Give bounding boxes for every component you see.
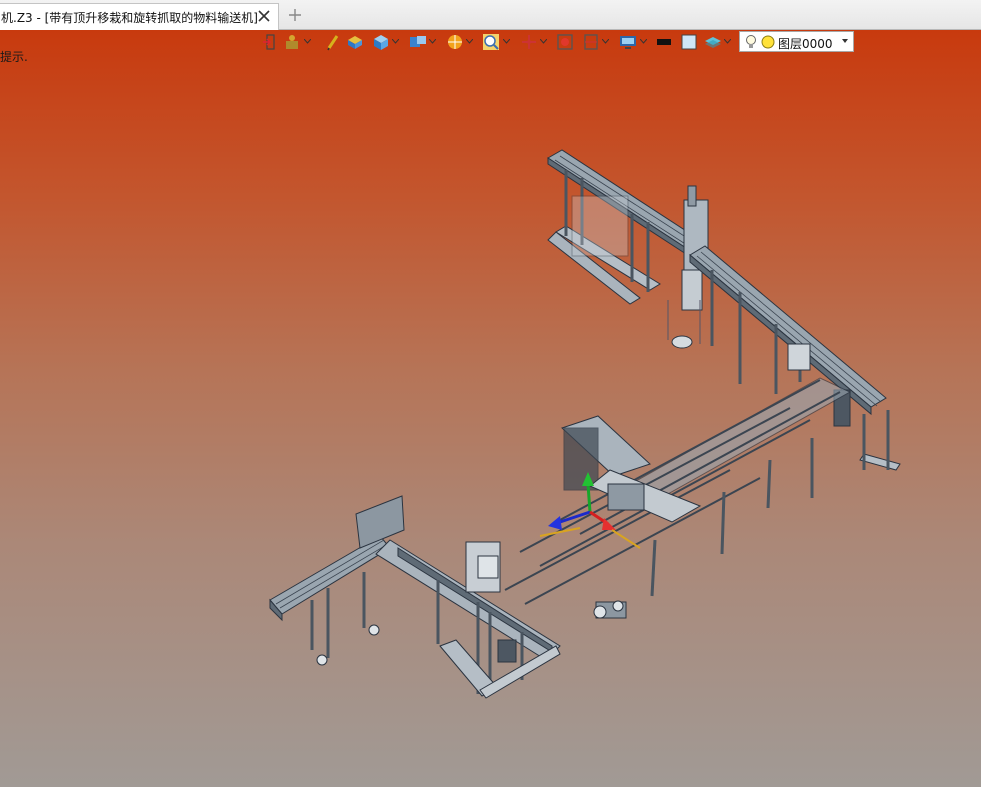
- monitor-icon[interactable]: [618, 33, 638, 51]
- document-tab-bar: 机.Z3 - [带有顶升移栽和旋转抓取的物料输送机]: [0, 0, 981, 30]
- exit-icon[interactable]: [262, 33, 276, 51]
- close-icon[interactable]: [257, 9, 271, 23]
- chevron-down-icon[interactable]: [466, 39, 473, 44]
- lightbulb-icon[interactable]: [745, 34, 757, 50]
- pan-icon[interactable]: [520, 33, 538, 51]
- layer-dropdown[interactable]: 图层0000: [739, 31, 854, 52]
- chevron-down-icon[interactable]: [724, 39, 731, 44]
- plus-icon[interactable]: [288, 8, 302, 22]
- chevron-down-icon[interactable]: [841, 38, 849, 44]
- chevron-down-icon[interactable]: [304, 39, 311, 44]
- chevron-down-icon[interactable]: [429, 39, 436, 44]
- view-cube-icon[interactable]: [408, 33, 428, 51]
- pencil-icon[interactable]: [326, 33, 340, 51]
- chevron-down-icon[interactable]: [602, 39, 609, 44]
- chevron-down-icon[interactable]: [540, 39, 547, 44]
- document-tab[interactable]: 机.Z3 - [带有顶升移栽和旋转抓取的物料输送机]: [0, 3, 279, 30]
- cube-icon[interactable]: [372, 33, 390, 51]
- chevron-down-icon[interactable]: [503, 39, 510, 44]
- filter-icon[interactable]: [284, 33, 302, 51]
- shaded-box-icon[interactable]: [346, 33, 364, 51]
- chevron-down-icon[interactable]: [640, 39, 647, 44]
- document-tab-title: 机.Z3 - [带有顶升移栽和旋转抓取的物料输送机]: [1, 10, 258, 25]
- layer-dropdown-value: 图层0000: [778, 37, 833, 51]
- render-mode-icon[interactable]: [446, 33, 464, 51]
- conveyor-model[interactable]: [0, 30, 981, 787]
- section-view-icon[interactable]: [556, 33, 574, 51]
- zoom-icon[interactable]: [482, 33, 500, 51]
- layer-icon[interactable]: [704, 33, 722, 51]
- layer-color-icon: [761, 35, 775, 49]
- line-color-icon[interactable]: [656, 33, 672, 51]
- 3d-viewport[interactable]: 提示. 图层0000: [0, 30, 981, 787]
- chevron-down-icon[interactable]: [392, 39, 399, 44]
- display-icon[interactable]: [582, 33, 600, 51]
- fill-color-icon[interactable]: [680, 33, 698, 51]
